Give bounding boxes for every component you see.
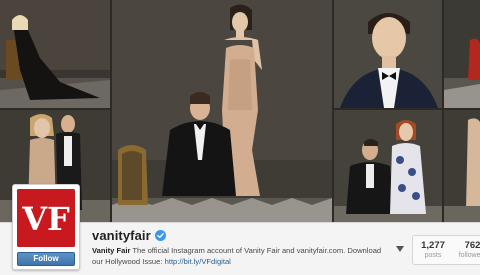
- photo-tile-man-tuxedo[interactable]: [334, 0, 442, 108]
- photo-tile-bottom-right-edge[interactable]: [444, 110, 480, 222]
- profile-username: vanityfair: [92, 227, 151, 243]
- followers-count: 762: [464, 240, 480, 251]
- posts-stat[interactable]: 1,277 posts: [412, 235, 454, 265]
- avatar-monogram: VF: [21, 200, 70, 238]
- photo-tile-woman-black-gown[interactable]: [0, 0, 110, 108]
- posts-label: posts: [424, 252, 442, 259]
- bio-link[interactable]: http://bit.ly/VFdigital: [165, 257, 231, 266]
- profile-avatar-card: VF Follow: [12, 184, 80, 270]
- chevron-down-icon[interactable]: [396, 246, 404, 252]
- photo-tile-floral-dress-couple[interactable]: [334, 110, 442, 222]
- photo-tile-top-right-edge[interactable]: [444, 0, 480, 108]
- bio-text: The official Instagram account of Vanity…: [92, 246, 382, 266]
- profile-bio: Vanity Fair The official Instagram accou…: [92, 246, 392, 267]
- followers-label: followers: [458, 252, 480, 259]
- username-row: vanityfair: [92, 227, 166, 243]
- verified-badge-icon: [154, 229, 166, 241]
- posts-count: 1,277: [421, 240, 445, 251]
- followers-stat[interactable]: 762 followers: [453, 235, 480, 265]
- follow-button[interactable]: Follow: [17, 252, 75, 266]
- photo-tile-center-couple[interactable]: [112, 0, 332, 222]
- bio-full-name: Vanity Fair: [92, 246, 131, 255]
- avatar[interactable]: VF: [17, 189, 75, 247]
